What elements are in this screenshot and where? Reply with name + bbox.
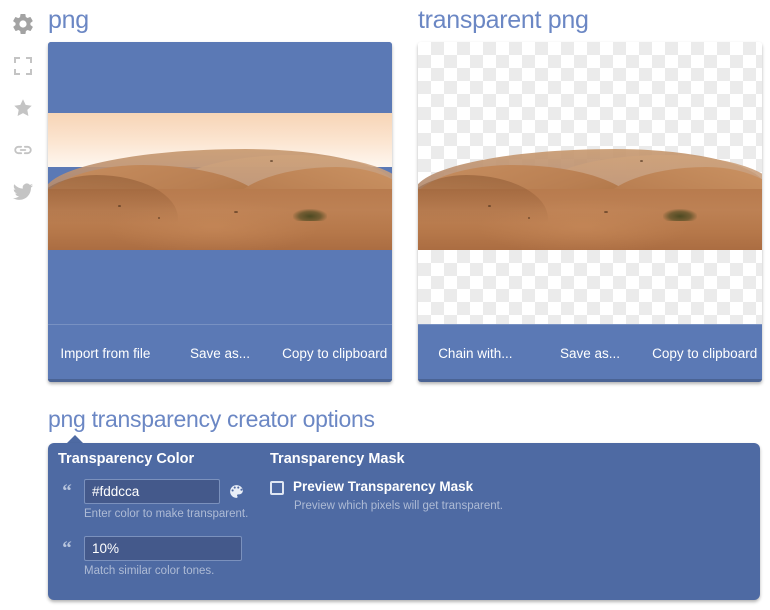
tolerance-field-row: “ [58,536,308,561]
page-title-transparent-png: transparent png [418,6,589,34]
icon-rail [0,0,46,610]
transparent-png-preview-card: Chain with... Save as... Copy to clipboa… [418,42,762,382]
sand-speck [528,217,530,219]
save-as-button[interactable]: Save as... [533,345,648,362]
transparency-color-input[interactable] [84,479,220,504]
preview-transparency-mask-label: Preview Transparency Mask [293,479,474,494]
save-as-button[interactable]: Save as... [163,345,278,362]
desert-photo [48,113,392,250]
sand-speck [604,211,608,213]
gear-icon[interactable] [9,10,37,38]
png-action-bar: Import from file Save as... Copy to clip… [48,324,392,382]
sand-speck [158,217,160,219]
color-tolerance-input[interactable] [84,536,242,561]
transparency-mask-heading: Transparency Mask [270,451,405,467]
star-icon[interactable] [9,94,37,122]
import-from-file-button[interactable]: Import from file [48,345,163,362]
sand-speck [118,205,121,207]
png-canvas[interactable] [48,42,392,324]
sand-speck [488,205,491,207]
card-bottom-edge [48,379,392,382]
transparency-mask-hint: Preview which pixels will get transparen… [294,500,504,512]
card-bottom-edge [418,379,762,382]
transparent-png-action-bar: Chain with... Save as... Copy to clipboa… [418,324,762,382]
sand-speck [234,211,238,213]
page-title-png: png [48,6,89,34]
transparency-mask-group: Transparency Mask Preview Transparency M… [270,451,570,512]
link-icon[interactable] [9,136,37,164]
preview-mask-row[interactable]: Preview Transparency Mask [270,479,570,495]
desert-photo-transparent [418,113,762,250]
copy-to-clipboard-button[interactable]: Copy to clipboard [277,345,392,362]
options-panel: Transparency Color “ Enter color to make… [48,443,760,600]
quote-icon: “ [62,481,72,502]
png-preview-card: Import from file Save as... Copy to clip… [48,42,392,382]
desert-scrub [663,209,697,221]
chain-with-button[interactable]: Chain with... [418,345,533,362]
transparent-png-canvas[interactable] [418,42,762,324]
copy-to-clipboard-button[interactable]: Copy to clipboard [647,345,762,362]
photo-dunes [418,113,762,250]
twitter-icon[interactable] [9,178,37,206]
fullscreen-icon[interactable] [9,52,37,80]
palette-icon[interactable] [228,483,245,500]
sand-speck [640,160,643,162]
photo-dunes [48,113,392,250]
sand-speck [270,160,273,162]
color-tolerance-hint: Match similar color tones. [84,565,215,577]
quote-icon: “ [62,538,72,559]
preview-transparency-mask-checkbox[interactable] [270,481,284,495]
options-title: png transparency creator options [48,406,375,432]
desert-scrub [293,209,327,221]
app-root: png transparent png Import from file Sav… [0,0,770,610]
